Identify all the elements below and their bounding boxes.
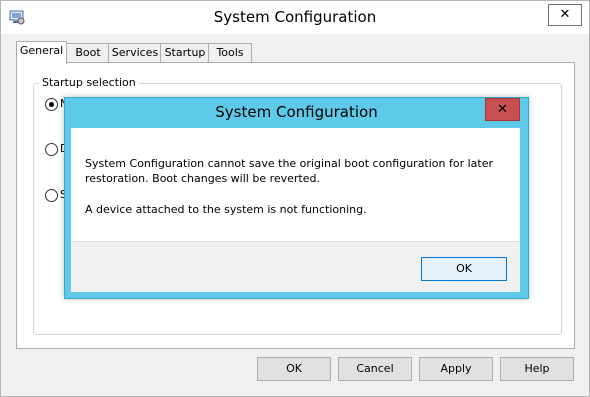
close-button[interactable]: ✕ [548, 4, 582, 26]
tab-label: Startup [164, 46, 206, 59]
close-icon: ✕ [497, 102, 508, 117]
tab-general[interactable]: General [16, 41, 67, 64]
tab-label: General [19, 44, 64, 57]
ok-button[interactable]: OK [257, 357, 331, 381]
dialog-footer: OK [71, 241, 520, 292]
radio-icon[interactable] [45, 143, 58, 156]
dialog-detail-message: A device attached to the system is not f… [85, 203, 367, 216]
tab-label: Tools [216, 46, 244, 59]
tab-startup[interactable]: Startup [160, 43, 210, 62]
startup-selection-label: Startup selection [39, 76, 139, 89]
help-button[interactable]: Help [500, 357, 574, 381]
error-dialog: System Configuration ✕ System Configurat… [64, 97, 529, 299]
tab-services[interactable]: Services [108, 43, 162, 62]
dialog-ok-button[interactable]: OK [421, 257, 507, 281]
title-bar[interactable]: System Configuration ✕ [1, 1, 589, 34]
window-title: System Configuration [213, 8, 377, 26]
dialog-body: System Configuration cannot save the ori… [71, 128, 520, 292]
tab-label: Services [111, 46, 159, 59]
radio-icon[interactable] [45, 189, 58, 202]
dialog-message: System Configuration cannot save the ori… [85, 157, 494, 185]
cancel-button[interactable]: Cancel [338, 357, 412, 381]
dialog-close-button[interactable]: ✕ [485, 98, 520, 121]
apply-button[interactable]: Apply [419, 357, 493, 381]
tab-tools[interactable]: Tools [208, 43, 252, 62]
tab-boot[interactable]: Boot [66, 43, 110, 62]
dialog-title: System Configuration [215, 103, 378, 121]
close-icon: ✕ [559, 7, 571, 22]
radio-selected-icon[interactable] [45, 98, 58, 111]
tab-label: Boot [75, 46, 101, 59]
